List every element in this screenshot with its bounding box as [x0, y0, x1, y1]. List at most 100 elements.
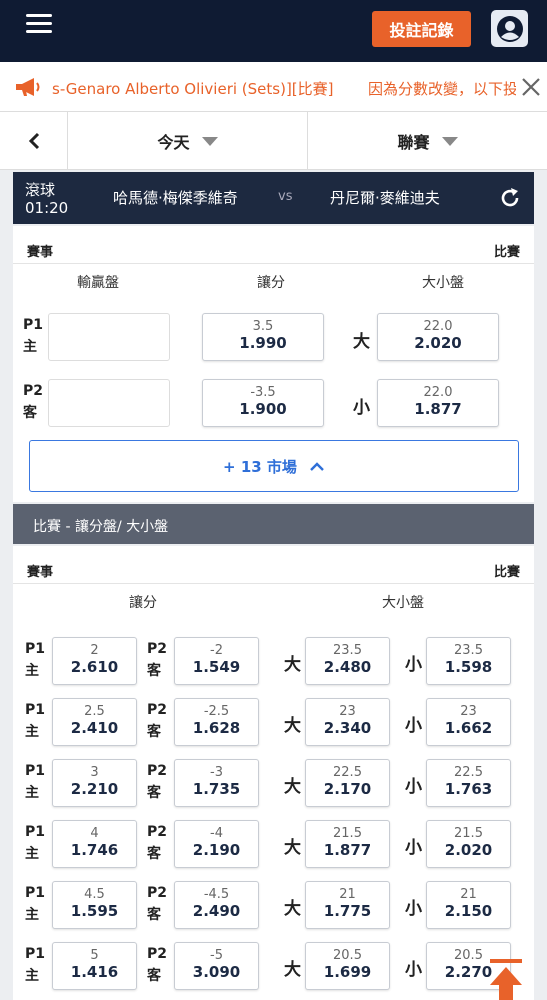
alt-total-odds-over[interactable]: 22.5 2.170: [305, 759, 390, 807]
alt-total-odds-over[interactable]: 20.5 1.699: [305, 942, 390, 990]
under-label: 小: [405, 716, 422, 736]
player-2-label: P2 客: [147, 641, 168, 679]
chevron-left-icon: [28, 132, 39, 150]
player-2-label: P2 客: [23, 383, 44, 421]
over-label: 大: [284, 655, 301, 675]
chevron-down-icon: [201, 136, 218, 146]
handicap-odds-p2[interactable]: -3.5 1.900: [202, 379, 324, 427]
alt-handicap-odds-p1[interactable]: 4 1.746: [52, 820, 137, 868]
player-1-label: P1 主: [25, 824, 46, 862]
scroll-to-top-icon[interactable]: [486, 955, 526, 1000]
over-label: 大: [353, 332, 370, 352]
alt-handicap-odds-p1[interactable]: 3 2.210: [52, 759, 137, 807]
under-label: 小: [353, 398, 370, 418]
alt-handicap-odds-p1[interactable]: 2.5 2.410: [52, 698, 137, 746]
event-label: 賽事: [27, 565, 54, 580]
alt-total-odds-under[interactable]: 22.5 1.763: [426, 759, 511, 807]
under-label: 小: [405, 777, 422, 797]
match-clock: 01:20: [25, 199, 69, 217]
alt-total-odds-over[interactable]: 23.5 2.480: [305, 637, 390, 685]
moneyline-odds-p2[interactable]: [48, 379, 170, 427]
handicap-column-header: 讓分: [257, 275, 285, 291]
total-odds-over[interactable]: 22.0 2.020: [377, 313, 499, 361]
match-label: 比賽: [493, 245, 520, 260]
alt-handicap-odds-p2[interactable]: -2.5 1.628: [174, 698, 259, 746]
over-label: 大: [284, 716, 301, 736]
alt-handicap-odds-p2[interactable]: -4 2.190: [174, 820, 259, 868]
player-1-label: P1 主: [23, 317, 44, 355]
handicap-column-header: 讓分: [129, 595, 157, 611]
announcement-bar: s-Genaro Alberto Olivieri (Sets)][比賽] 因為…: [0, 62, 547, 112]
vs-label: vs: [278, 189, 293, 204]
over-label: 大: [284, 960, 301, 980]
back-button[interactable]: [0, 112, 68, 170]
main-market-header: 賽事 比賽: [13, 234, 534, 264]
alt-lines-panel: 賽事 比賽 讓分 大小盤 P1 主 2 2.610 P2 客 -2 1.549 大 23…: [13, 546, 534, 1000]
chevron-up-icon: [310, 462, 324, 471]
user-account-button[interactable]: [491, 10, 528, 47]
alt-total-odds-under[interactable]: 23.5 1.598: [426, 637, 511, 685]
menu-icon[interactable]: [26, 14, 52, 36]
alt-total-odds-over[interactable]: 23 2.340: [305, 698, 390, 746]
alt-total-odds-over[interactable]: 21 1.775: [305, 881, 390, 929]
player-2-label: P2 客: [147, 885, 168, 923]
match-header: 滾球 01:20 哈馬德·梅傑季維奇 vs 丹尼爾·麥維迪夫: [13, 172, 534, 224]
over-label: 大: [284, 899, 301, 919]
alt-handicap-odds-p2[interactable]: -3 1.735: [174, 759, 259, 807]
match-label: 比賽: [493, 565, 520, 580]
under-label: 小: [405, 838, 422, 858]
player-1-label: P1 主: [25, 885, 46, 923]
event-label: 賽事: [27, 245, 54, 260]
player-1-label: P1 主: [25, 641, 46, 679]
live-status: 滾球: [25, 181, 56, 199]
announcement-text-next: 因為分數改變，以下投: [368, 80, 516, 98]
alt-total-odds-under[interactable]: 21 2.150: [426, 881, 511, 929]
under-label: 小: [405, 960, 422, 980]
megaphone-icon: [16, 78, 40, 96]
away-team-name: 丹尼爾·麥維迪夫: [330, 189, 440, 207]
alt-handicap-odds-p1[interactable]: 5 1.416: [52, 942, 137, 990]
under-label: 小: [405, 899, 422, 919]
user-icon: [496, 15, 523, 42]
close-icon[interactable]: [520, 76, 542, 98]
player-1-label: P1 主: [25, 763, 46, 801]
player-1-label: P1 主: [25, 946, 46, 984]
handicap-odds-p1[interactable]: 3.5 1.990: [202, 313, 324, 361]
league-filter-dropdown[interactable]: 聯賽: [308, 112, 547, 170]
player-2-label: P2 客: [147, 946, 168, 984]
alt-total-odds-under[interactable]: 23 1.662: [426, 698, 511, 746]
alt-handicap-odds-p1[interactable]: 4.5 1.595: [52, 881, 137, 929]
top-bar: 投註記錄: [0, 0, 547, 62]
alt-handicap-odds-p1[interactable]: 2 2.610: [52, 637, 137, 685]
player-1-label: P1 主: [25, 702, 46, 740]
total-column-header: 大小盤: [382, 595, 424, 611]
date-filter-dropdown[interactable]: 今天: [68, 112, 308, 170]
main-market-panel: 賽事 比賽 輸贏盤 讓分 大小盤 P1 主 3.5 1.990 大 22.0 2.02…: [13, 226, 534, 502]
player-2-label: P2 客: [147, 824, 168, 862]
over-label: 大: [284, 838, 301, 858]
home-team-name: 哈馬德·梅傑季維奇: [113, 189, 238, 207]
more-markets-button[interactable]: + 13 市場: [29, 440, 519, 492]
bet-record-button[interactable]: 投註記錄: [372, 11, 471, 47]
alt-lines-banner[interactable]: 比賽 - 讓分盤/ 大小盤: [13, 504, 534, 544]
over-label: 大: [284, 777, 301, 797]
announcement-text: s-Genaro Alberto Olivieri (Sets)][比賽]: [52, 80, 334, 98]
moneyline-odds-p1[interactable]: [48, 313, 170, 361]
player-2-label: P2 客: [147, 702, 168, 740]
moneyline-column-header: 輸贏盤: [77, 275, 119, 291]
alt-lines-header: 賽事 比賽: [13, 554, 534, 584]
player-2-label: P2 客: [147, 763, 168, 801]
filter-bar: 今天 聯賽: [0, 112, 547, 170]
under-label: 小: [405, 655, 422, 675]
date-filter-label: 今天: [157, 133, 190, 152]
alt-handicap-odds-p2[interactable]: -5 3.090: [174, 942, 259, 990]
refresh-icon[interactable]: [498, 186, 522, 210]
alt-handicap-odds-p2[interactable]: -2 1.549: [174, 637, 259, 685]
total-column-header: 大小盤: [422, 275, 464, 291]
more-markets-label: + 13 市場: [223, 457, 297, 476]
league-filter-label: 聯賽: [397, 133, 430, 152]
alt-total-odds-under[interactable]: 21.5 2.020: [426, 820, 511, 868]
alt-handicap-odds-p2[interactable]: -4.5 2.490: [174, 881, 259, 929]
alt-total-odds-over[interactable]: 21.5 1.877: [305, 820, 390, 868]
total-odds-under[interactable]: 22.0 1.877: [377, 379, 499, 427]
